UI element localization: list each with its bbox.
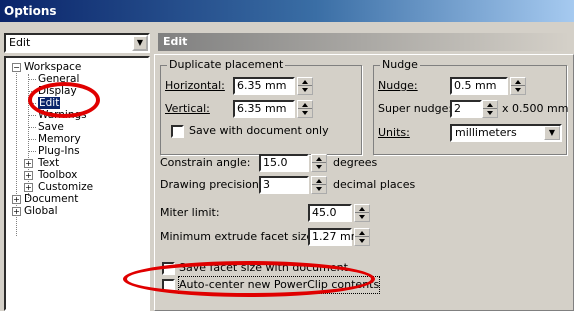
super-nudge-label: Super nudge: (378, 102, 453, 115)
chevron-down-icon[interactable]: ▼ (544, 126, 560, 140)
tree-line (29, 139, 36, 140)
duplicate-group: Duplicate placement Horizontal: 6.35 mm … (160, 59, 362, 155)
super-nudge-suffix: x 0.500 mm (502, 102, 569, 115)
tree-item-customize[interactable]: Customize (38, 181, 93, 193)
category-combo-value: Edit (9, 36, 31, 49)
expand-icon[interactable]: + (24, 183, 33, 192)
tree-item-text[interactable]: Text (38, 157, 59, 169)
units-label: Units: (378, 126, 410, 139)
highlight-ellipse-autocenter (123, 261, 375, 297)
tree-item-plugins[interactable]: Plug-Ins (38, 145, 80, 157)
miter-limit-spinner[interactable] (354, 204, 370, 222)
options-dialog: Options Edit ▼ − Workspace General Displ… (0, 0, 574, 311)
miter-limit-field[interactable]: 45.0 (308, 204, 352, 222)
tree-line (29, 127, 36, 128)
tree-item-workspace[interactable]: Workspace (24, 61, 81, 73)
expand-icon[interactable]: + (12, 195, 21, 204)
constrain-angle-label: Constrain angle: (160, 156, 251, 169)
category-combo[interactable]: Edit ▼ (4, 33, 150, 53)
nudge-spinner[interactable] (510, 77, 526, 95)
title-bar: Options (0, 0, 574, 22)
duplicate-legend: Duplicate placement (167, 58, 286, 71)
tree-line (29, 79, 36, 80)
tree-item-toolbox[interactable]: Toolbox (38, 169, 77, 181)
save-with-document-label: Save with document only (189, 124, 329, 137)
tree-item-global[interactable]: Global (24, 205, 58, 217)
nudge-field[interactable]: 0.5 mm (450, 77, 508, 95)
super-nudge-spinner[interactable] (482, 100, 498, 118)
units-value: millimeters (455, 126, 517, 139)
tree-item-save[interactable]: Save (38, 121, 64, 133)
degrees-suffix: degrees (333, 156, 378, 169)
nudge-group: Nudge Nudge: 0.5 mm Super nudge: 2 x 0.5… (373, 59, 569, 155)
extrude-facet-spinner[interactable] (354, 228, 370, 246)
horizontal-label: Horizontal: (165, 79, 225, 92)
extrude-facet-field[interactable]: 1.27 mm (308, 228, 361, 246)
vertical-spinner[interactable] (297, 100, 313, 118)
collapse-icon[interactable]: − (12, 63, 21, 72)
tree-item-memory[interactable]: Memory (38, 133, 81, 145)
vertical-field[interactable]: 6.35 mm (233, 100, 295, 118)
page-title: Edit (158, 33, 570, 51)
drawing-precision-field[interactable]: 3 (259, 176, 309, 194)
nudge-legend: Nudge (380, 58, 420, 71)
units-select[interactable]: millimeters ▼ (450, 124, 562, 142)
miter-limit-label: Miter limit: (160, 206, 220, 219)
expand-icon[interactable]: + (24, 159, 33, 168)
tree-line (29, 115, 36, 116)
tree-line (29, 151, 36, 152)
chevron-down-icon[interactable]: ▼ (132, 35, 148, 51)
expand-icon[interactable]: + (12, 207, 21, 216)
drawing-precision-label: Drawing precision: (160, 178, 263, 191)
expand-icon[interactable]: + (24, 171, 33, 180)
horizontal-field[interactable]: 6.35 mm (233, 77, 295, 95)
save-with-document-checkbox[interactable] (171, 125, 184, 138)
horizontal-spinner[interactable] (297, 77, 313, 95)
constrain-angle-spinner[interactable] (311, 154, 327, 172)
highlight-ellipse-edit (28, 82, 100, 118)
extrude-facet-label: Minimum extrude facet size: (160, 230, 317, 243)
vertical-label: Vertical: (165, 102, 210, 115)
drawing-precision-spinner[interactable] (311, 176, 327, 194)
super-nudge-field[interactable]: 2 (450, 100, 482, 118)
decimal-places-suffix: decimal places (333, 178, 416, 191)
nudge-label: Nudge: (378, 79, 418, 92)
constrain-angle-field[interactable]: 15.0 (259, 154, 309, 172)
tree-item-document[interactable]: Document (24, 193, 78, 205)
